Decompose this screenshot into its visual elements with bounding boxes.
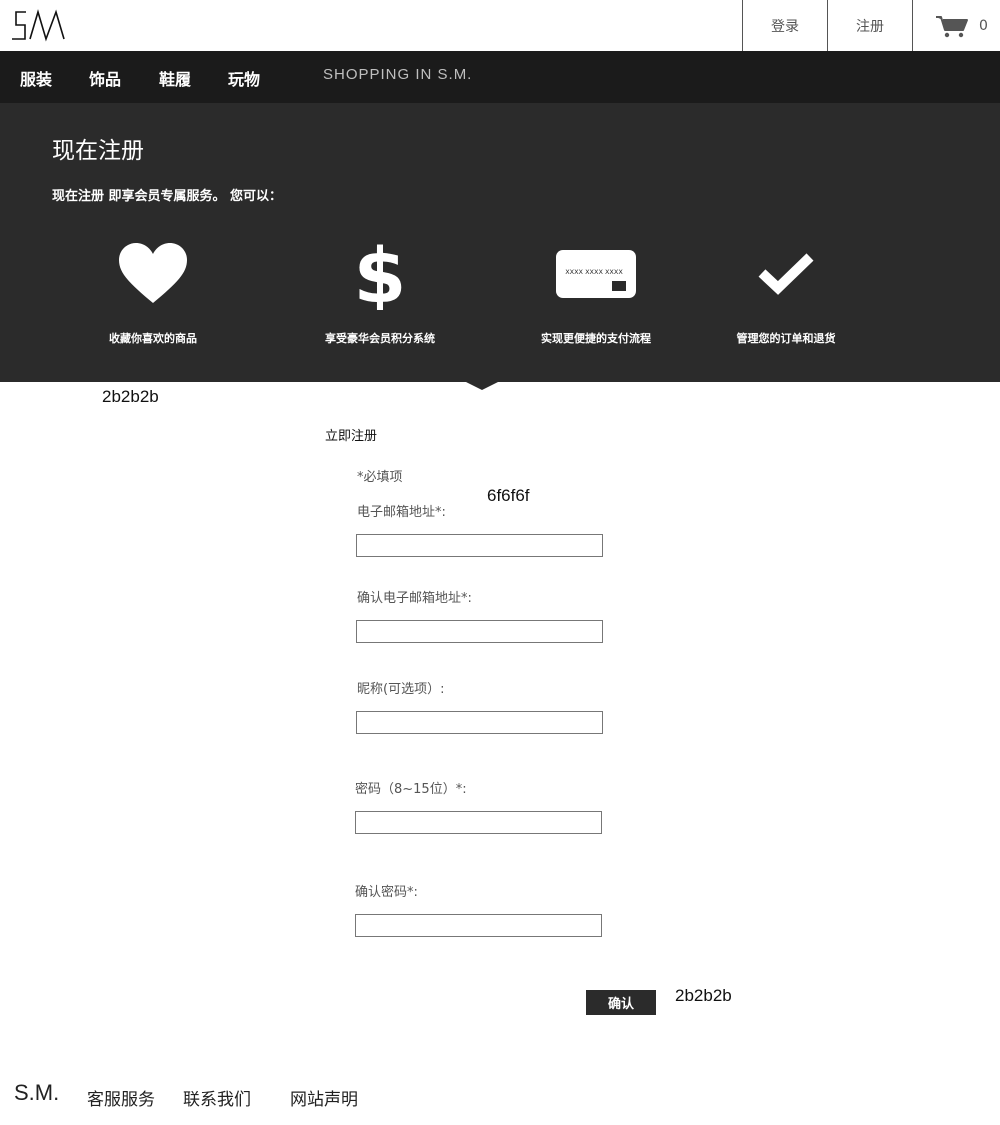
color-annotation: 2b2b2b [675,986,732,1005]
svg-text:$: $ [354,238,407,310]
cart-count: 0 [979,18,988,34]
confirm-password-label: 确认密码*: [355,885,418,900]
nav-tagline: SHOPPING IN S.M. [323,66,473,83]
required-note: *必填项 [357,470,403,485]
footer-link-contact[interactable]: 联系我们 [183,1085,251,1110]
confirm-button[interactable]: 确认 [586,990,656,1015]
confirm-email-field[interactable] [356,620,603,643]
benefit-favorites: 收藏你喜欢的商品 [43,238,263,346]
confirm-password-field[interactable] [355,914,602,937]
nav-item-toys[interactable]: 玩物 [228,66,260,90]
password-label: 密码（8~15位）*: [355,782,467,797]
dollar-icon: $ [354,238,407,310]
register-button[interactable]: 注册 [827,0,912,51]
color-annotation: 6f6f6f [487,486,530,505]
benefit-label: 实现更便捷的支付流程 [541,332,651,345]
color-annotation: 2b2b2b [102,387,159,406]
banner-pointer [466,382,498,390]
nav-item-accessories[interactable]: 饰品 [89,66,121,90]
footer-logo[interactable]: S.M. [14,1080,59,1106]
nav-item-shoes[interactable]: 鞋履 [159,66,191,90]
cart-button[interactable]: 0 [912,0,1000,51]
confirm-email-label: 确认电子邮箱地址*: [357,591,472,606]
banner-title: 现在注册 [52,138,144,164]
top-header: SM 登录 注册 0 [0,0,1000,51]
email-label: 电子邮箱地址*: [357,505,446,520]
login-button[interactable]: 登录 [742,0,827,51]
heart-icon [119,243,187,303]
benefit-payment: XXXX XXXX XXXX 实现更便捷的支付流程 [486,238,706,346]
benefit-orders: 管理您的订单和退货 [676,238,896,346]
email-field[interactable] [356,534,603,557]
benefit-label: 管理您的订单和退货 [736,332,836,345]
password-field[interactable] [355,811,602,834]
banner-subtitle: 现在注册 即享会员专属服务。 您可以： [52,189,283,204]
register-banner: 现在注册 现在注册 即享会员专属服务。 您可以： 收藏你喜欢的商品 $ 享受豪华… [0,103,1000,382]
benefit-points: $ 享受豪华会员积分系统 [270,238,490,346]
benefit-label: 享受豪华会员积分系统 [325,332,435,345]
footer-link-statement[interactable]: 网站声明 [290,1085,358,1110]
main-nav: 服装 饰品 鞋履 玩物 SHOPPING IN S.M. [0,51,1000,103]
cart-icon [936,15,968,37]
benefit-label: 收藏你喜欢的商品 [109,332,197,345]
checkmark-icon [758,253,814,295]
nav-item-clothing[interactable]: 服装 [20,66,52,90]
sm-logo[interactable]: SM [12,8,70,44]
footer-link-customer-service[interactable]: 客服服务 [87,1085,155,1110]
svg-text:XXXX XXXX XXXX: XXXX XXXX XXXX [565,268,623,276]
credit-card-icon: XXXX XXXX XXXX [556,250,636,298]
form-heading: 立即注册 [325,429,378,444]
nickname-field[interactable] [356,711,603,734]
nickname-label: 昵称(可选项）: [357,682,445,697]
